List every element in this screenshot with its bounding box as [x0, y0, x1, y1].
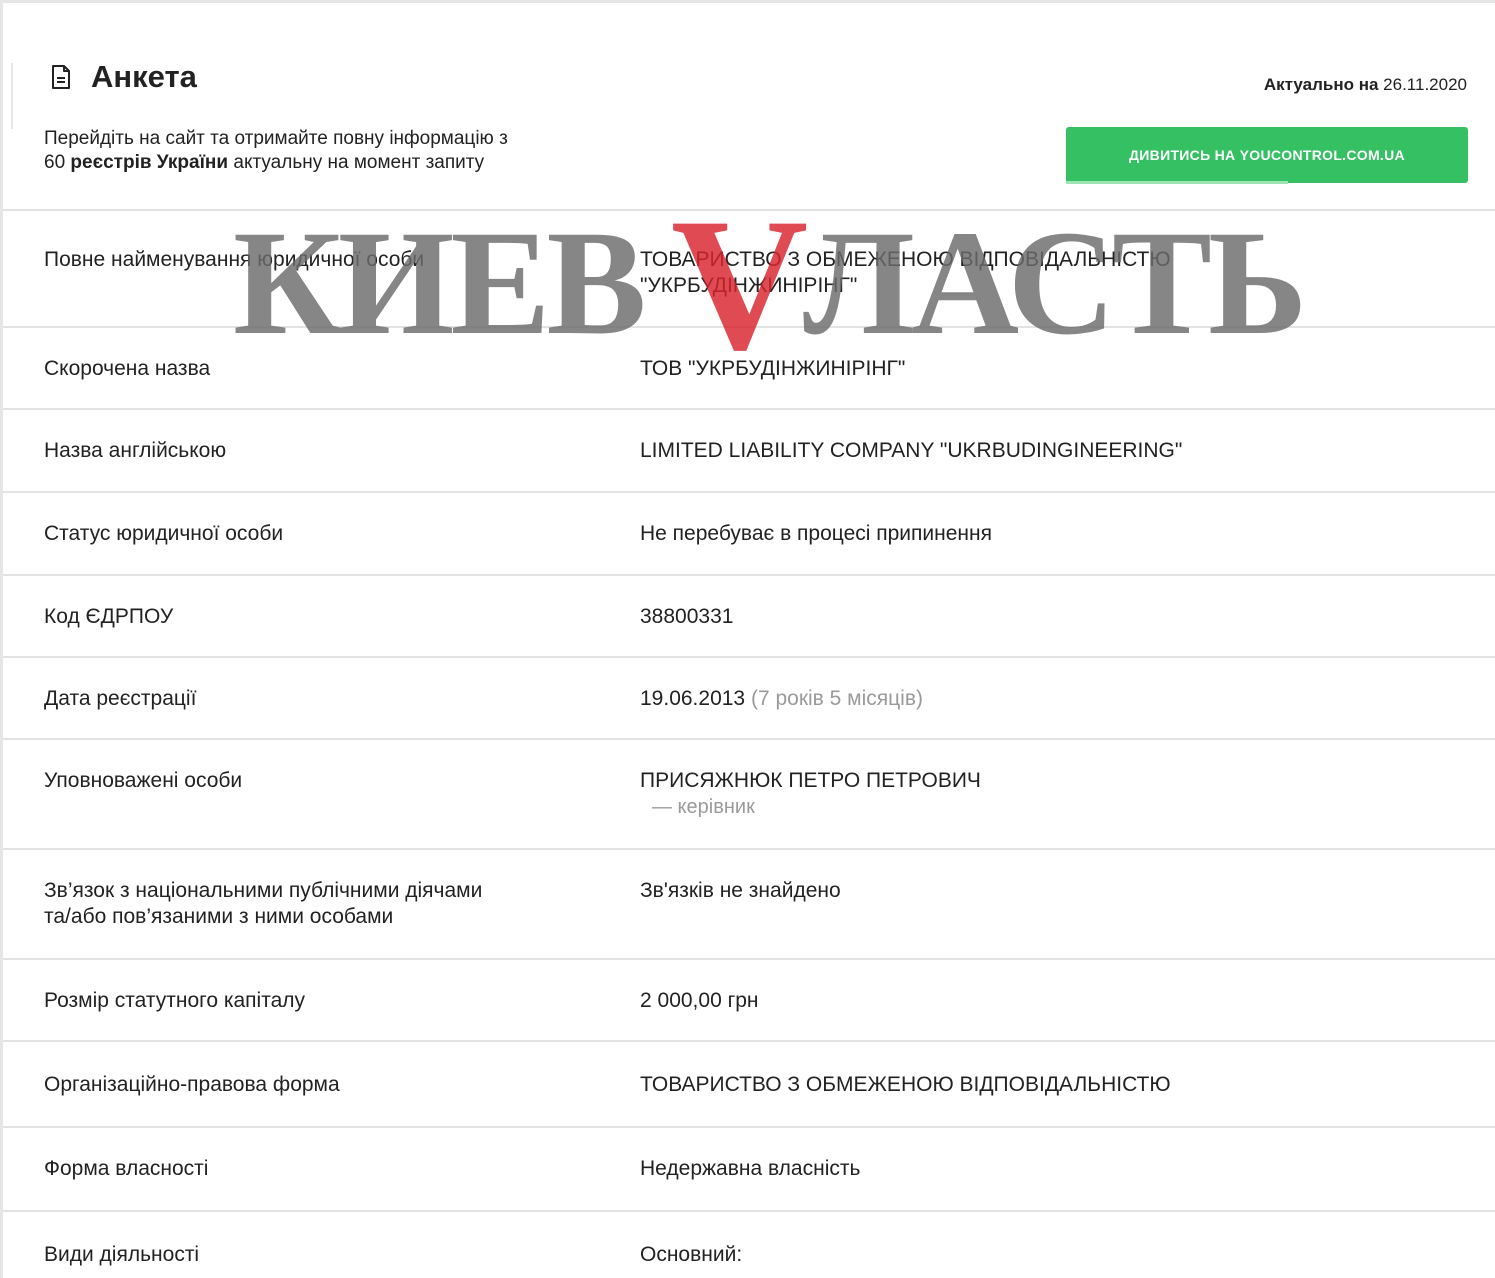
row-label-line2: та/або пов’язаними з ними особами — [44, 905, 394, 928]
registration-date: 19.06.2013 — [640, 687, 746, 710]
row-edrpou: Код ЄДРПОУ 38800331 — [3, 576, 1495, 658]
profile-header: Анкета Актуально на 26.11.2020 Перейдіть… — [3, 3, 1495, 211]
row-full-name: Повне найменування юридичної особи ТОВАР… — [3, 211, 1495, 328]
row-label: Зв’язок з національними публічними діяча… — [44, 878, 482, 930]
promo-rest: актуальну на момент запиту — [233, 152, 485, 173]
row-value-line2: "УКРБУДІНЖИНІРІНГ" — [640, 274, 858, 297]
row-label: Повне найменування юридичної особи — [44, 248, 425, 271]
row-value: Не перебуває в процесі припинення — [640, 522, 992, 545]
row-label: Види діяльності — [44, 1243, 200, 1266]
row-label: Дата реєстрації — [44, 687, 197, 710]
row-pep-links: Зв’язок з національними публічними діяча… — [3, 850, 1495, 960]
company-profile-page: Анкета Актуально на 26.11.2020 Перейдіть… — [0, 0, 1495, 1278]
row-label: Статус юридичної особи — [44, 522, 284, 545]
view-on-youcontrol-button[interactable]: ДИВИТИСЬ НА YOUCONTROL.COM.UA — [1066, 127, 1468, 183]
row-short-name: Скорочена назва ТОВ "УКРБУДІНЖИНІРІНГ" — [3, 328, 1495, 410]
row-legal-form: Організаційно-правова форма ТОВАРИСТВО З… — [3, 1042, 1495, 1128]
authorized-person-role: — керівник — [652, 796, 755, 818]
row-label-line1: Зв’язок з національними публічними діяча… — [44, 879, 483, 902]
row-registration-date: Дата реєстрації 19.06.2013 (7 років 5 мі… — [3, 658, 1495, 740]
row-label: Скорочена назва — [44, 357, 211, 380]
row-value: Недержавна власність — [640, 1157, 861, 1180]
row-ownership-form: Форма власності Недержавна власність — [3, 1128, 1495, 1212]
row-english-name: Назва англійською LIMITED LIABILITY COMP… — [3, 410, 1495, 493]
row-value: Основний: — [640, 1243, 743, 1266]
row-status: Статус юридичної особи Не перебуває в пр… — [3, 493, 1495, 576]
document-icon — [51, 65, 71, 89]
row-capital: Розмір статутного капіталу 2 000,00 грн — [3, 960, 1495, 1042]
row-value: 2 000,00 грн — [640, 989, 759, 1012]
row-value: Зв'язків не знайдено — [640, 879, 841, 902]
promo-bold: реєстрів України — [70, 152, 229, 173]
row-value: ПРИСЯЖНЮК ПЕТРО ПЕТРОВИЧ — керівник — [640, 768, 981, 820]
actuality-label: Актуально на — [1263, 75, 1379, 94]
row-label: Розмір статутного капіталу — [44, 989, 306, 1012]
row-label: Уповноважені особи — [44, 769, 243, 792]
promo-text: Перейдіть на сайт та отримайте повну інф… — [44, 127, 508, 175]
row-value: ТОВАРИСТВО З ОБМЕЖЕНОЮ ВІДПОВІДАЛЬНІСТЮ … — [640, 247, 1171, 299]
authorized-person-name: ПРИСЯЖНЮК ПЕТРО ПЕТРОВИЧ — [640, 769, 981, 792]
actuality-date-value: 26.11.2020 — [1383, 75, 1467, 94]
row-value-line1: ТОВАРИСТВО З ОБМЕЖЕНОЮ ВІДПОВІДАЛЬНІСТЮ — [640, 248, 1171, 271]
promo-line1: Перейдіть на сайт та отримайте повну інф… — [44, 128, 508, 149]
title-block: Анкета — [51, 59, 197, 95]
cta-progress-bar — [1066, 181, 1288, 184]
row-value: LIMITED LIABILITY COMPANY "UKRBUDINGINEE… — [640, 439, 1183, 462]
row-label: Форма власності — [44, 1157, 209, 1180]
actuality-date: Актуально на 26.11.2020 — [1264, 75, 1467, 95]
row-label: Організаційно-правова форма — [44, 1073, 340, 1096]
row-label: Назва англійською — [44, 439, 227, 462]
row-value: 19.06.2013 (7 років 5 місяців) — [640, 686, 923, 712]
row-authorized-persons: Уповноважені особи ПРИСЯЖНЮК ПЕТРО ПЕТРО… — [3, 740, 1495, 850]
row-value: ТОВ "УКРБУДІНЖИНІРІНГ" — [640, 357, 906, 380]
row-value: 38800331 — [640, 605, 734, 628]
row-activities: Види діяльності Основний: — [3, 1212, 1495, 1278]
registration-age: (7 років 5 місяців) — [750, 687, 923, 710]
page-title: Анкета — [91, 59, 197, 94]
row-label: Код ЄДРПОУ — [44, 605, 174, 628]
row-value: ТОВАРИСТВО З ОБМЕЖЕНОЮ ВІДПОВІДАЛЬНІСТЮ — [640, 1073, 1171, 1096]
promo-count: 60 — [44, 152, 66, 173]
